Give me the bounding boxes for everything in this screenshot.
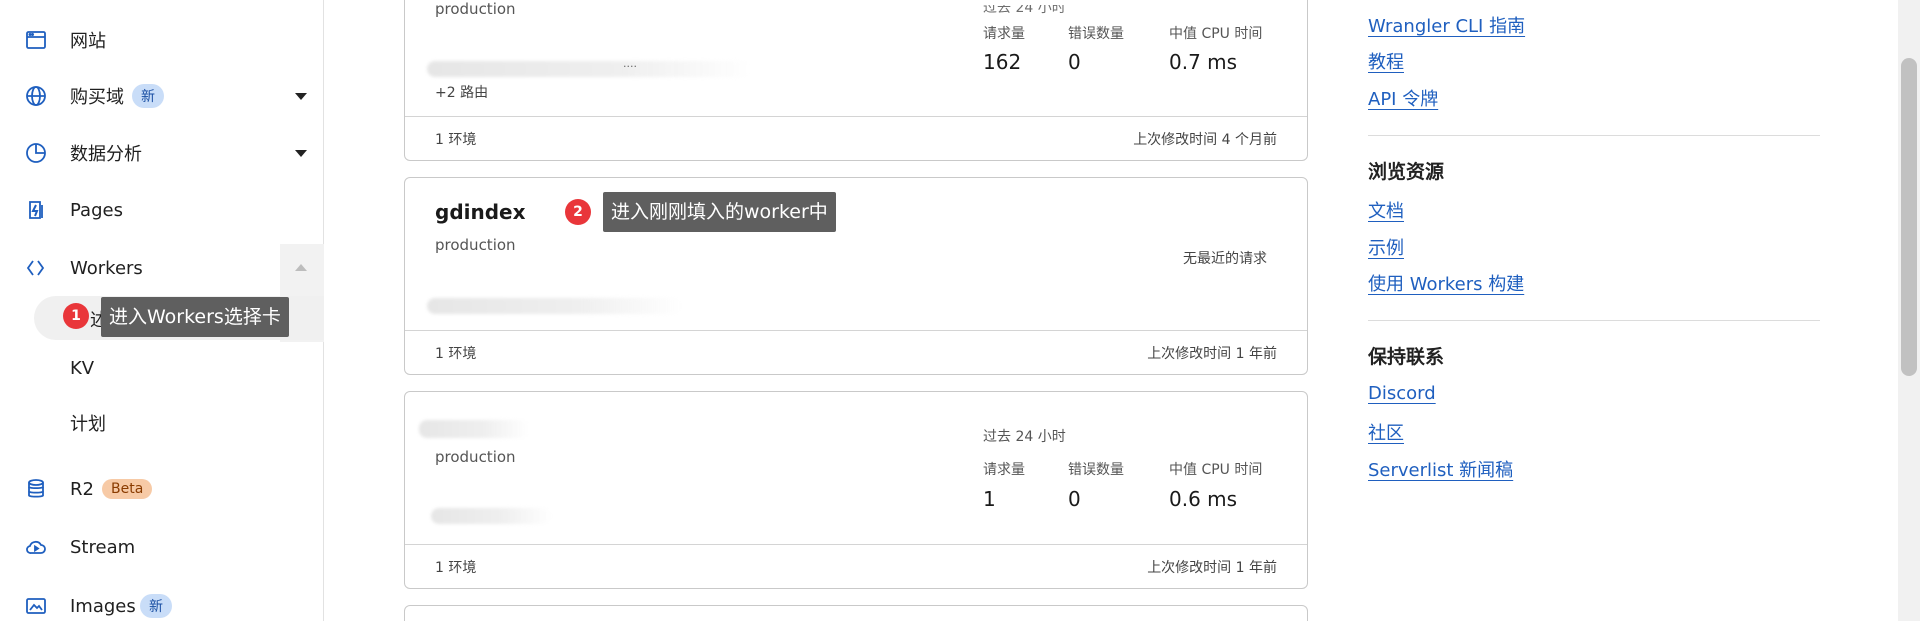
sidebar-item-register-domains[interactable]: 购买域 新: [0, 70, 324, 122]
new-badge: 新: [140, 594, 172, 618]
worker-card-3[interactable]: production 过去 24 小时 请求量 错误数量 中值 CPU 时间 1…: [404, 391, 1308, 589]
sidebar-item-label: Images: [70, 595, 136, 617]
route-ellipsis: ....: [623, 57, 637, 70]
sidebar-item-label: 数据分析: [70, 144, 142, 165]
stats-period: 过去 24 小时: [983, 0, 1066, 16]
link-docs[interactable]: 文档: [1368, 197, 1404, 223]
worker-card-1[interactable]: production 过去 24 小时 请求量 错误数量 中值 CPU 时间 1…: [404, 0, 1308, 161]
sidebar-subitem-kv[interactable]: KV: [70, 358, 94, 379]
chevron-down-icon[interactable]: [295, 93, 307, 100]
annotation-tooltip-2: 进入刚刚填入的worker中: [603, 192, 836, 232]
stat-header-errors: 错误数量: [1068, 26, 1124, 42]
link-api-tokens[interactable]: API 令牌: [1368, 85, 1438, 111]
section-divider: [1368, 135, 1820, 136]
pie-chart-icon: [24, 141, 48, 165]
environment-count: 1 环境: [435, 560, 477, 576]
stat-header-requests: 请求量: [983, 26, 1025, 42]
blurred-route: [427, 61, 752, 77]
link-serverlist-newsletter[interactable]: Serverlist 新闻稿: [1368, 456, 1513, 482]
worker-card-4[interactable]: [404, 605, 1308, 621]
chevron-down-icon[interactable]: [295, 150, 307, 157]
link-built-with-workers[interactable]: 使用 Workers 构建: [1368, 270, 1524, 296]
card-footer: 1 环境 上次修改时间 1 年前: [405, 544, 1307, 588]
stat-header-cpu: 中值 CPU 时间: [1169, 462, 1263, 478]
page-root: 网站 购买域 新 数据分析 Pages Workers 述 KV 计划 R2 B…: [0, 0, 1920, 621]
link-wrangler-guide[interactable]: Wrangler CLI 指南: [1368, 12, 1525, 38]
no-recent-requests: 无最近的请求: [1183, 251, 1267, 267]
blurred-route: [431, 508, 551, 524]
extra-routes[interactable]: +2 路由: [435, 82, 488, 102]
last-modified: 上次修改时间 1 年前: [1147, 346, 1277, 362]
stay-in-touch-title: 保持联系: [1368, 346, 1445, 368]
stat-value-requests: 1: [983, 487, 996, 511]
link-community[interactable]: 社区: [1368, 419, 1404, 445]
sidebar-item-stream[interactable]: Stream: [0, 521, 324, 573]
annotation-number-1: 1: [63, 303, 89, 329]
worker-environment: production: [435, 236, 516, 254]
sidebar-subitem-plans[interactable]: 计划: [70, 410, 106, 436]
worker-environment: production: [435, 0, 516, 18]
environment-count: 1 环境: [435, 132, 477, 148]
link-examples[interactable]: 示例: [1368, 234, 1404, 260]
chevron-up-icon[interactable]: [295, 264, 307, 271]
workers-chevrons-icon: [24, 256, 48, 280]
stat-value-cpu: 0.7 ms: [1169, 50, 1238, 74]
last-modified: 上次修改时间 1 年前: [1147, 560, 1277, 576]
worker-card-gdindex[interactable]: gdindex production 无最近的请求 1 环境 上次修改时间 1 …: [404, 177, 1308, 375]
worker-name[interactable]: gdindex: [435, 200, 526, 224]
sidebar-item-label: 网站: [70, 31, 106, 52]
sidebar-item-workers[interactable]: Workers: [0, 242, 324, 294]
stat-header-cpu: 中值 CPU 时间: [1169, 26, 1263, 42]
annotation-number-2: 2: [565, 199, 591, 225]
section-divider: [1368, 320, 1820, 321]
stat-value-errors: 0: [1068, 50, 1081, 74]
sidebar-item-label: R2: [70, 478, 94, 500]
stat-value-cpu: 0.6 ms: [1169, 487, 1238, 511]
stat-header-errors: 错误数量: [1068, 462, 1124, 478]
image-icon: [24, 594, 48, 618]
beta-badge: Beta: [102, 479, 153, 499]
link-discord[interactable]: Discord: [1368, 383, 1436, 404]
blurred-route: [427, 298, 682, 314]
card-footer: 1 环境 上次修改时间 1 年前: [405, 330, 1307, 374]
sidebar-item-websites[interactable]: 网站: [0, 14, 324, 66]
scrollbar-thumb[interactable]: [1901, 58, 1917, 376]
link-tutorials[interactable]: 教程: [1368, 48, 1404, 74]
globe-icon: [24, 84, 48, 108]
sidebar-item-label: 购买域: [70, 87, 124, 108]
blurred-worker-name: [419, 420, 529, 438]
annotation-tooltip-1: 进入Workers选择卡: [101, 297, 289, 337]
sidebar-item-images[interactable]: Images 新: [0, 580, 324, 621]
card-footer: 1 环境 上次修改时间 4 个月前: [405, 116, 1307, 160]
browse-resources-title: 浏览资源: [1368, 161, 1445, 183]
stat-value-requests: 162: [983, 50, 1022, 74]
sidebar-item-pages[interactable]: Pages: [0, 184, 324, 236]
worker-environment: production: [435, 448, 516, 466]
environment-count: 1 环境: [435, 346, 477, 362]
sidebar-item-label: Workers: [70, 257, 143, 279]
last-modified: 上次修改时间 4 个月前: [1133, 132, 1277, 148]
sidebar-item-analytics[interactable]: 数据分析: [0, 127, 324, 179]
browser-window-icon: [24, 28, 48, 52]
sidebar-item-label: Stream: [70, 536, 136, 558]
stat-value-errors: 0: [1068, 487, 1081, 511]
database-icon: [24, 477, 48, 501]
lightning-page-icon: [24, 198, 48, 222]
new-badge: 新: [132, 84, 164, 108]
sidebar-item-label: Pages: [70, 199, 123, 221]
cloud-play-icon: [24, 535, 48, 559]
stat-header-requests: 请求量: [983, 462, 1025, 478]
stats-period: 过去 24 小时: [983, 429, 1066, 445]
sidebar-item-r2[interactable]: R2 Beta: [0, 463, 324, 515]
